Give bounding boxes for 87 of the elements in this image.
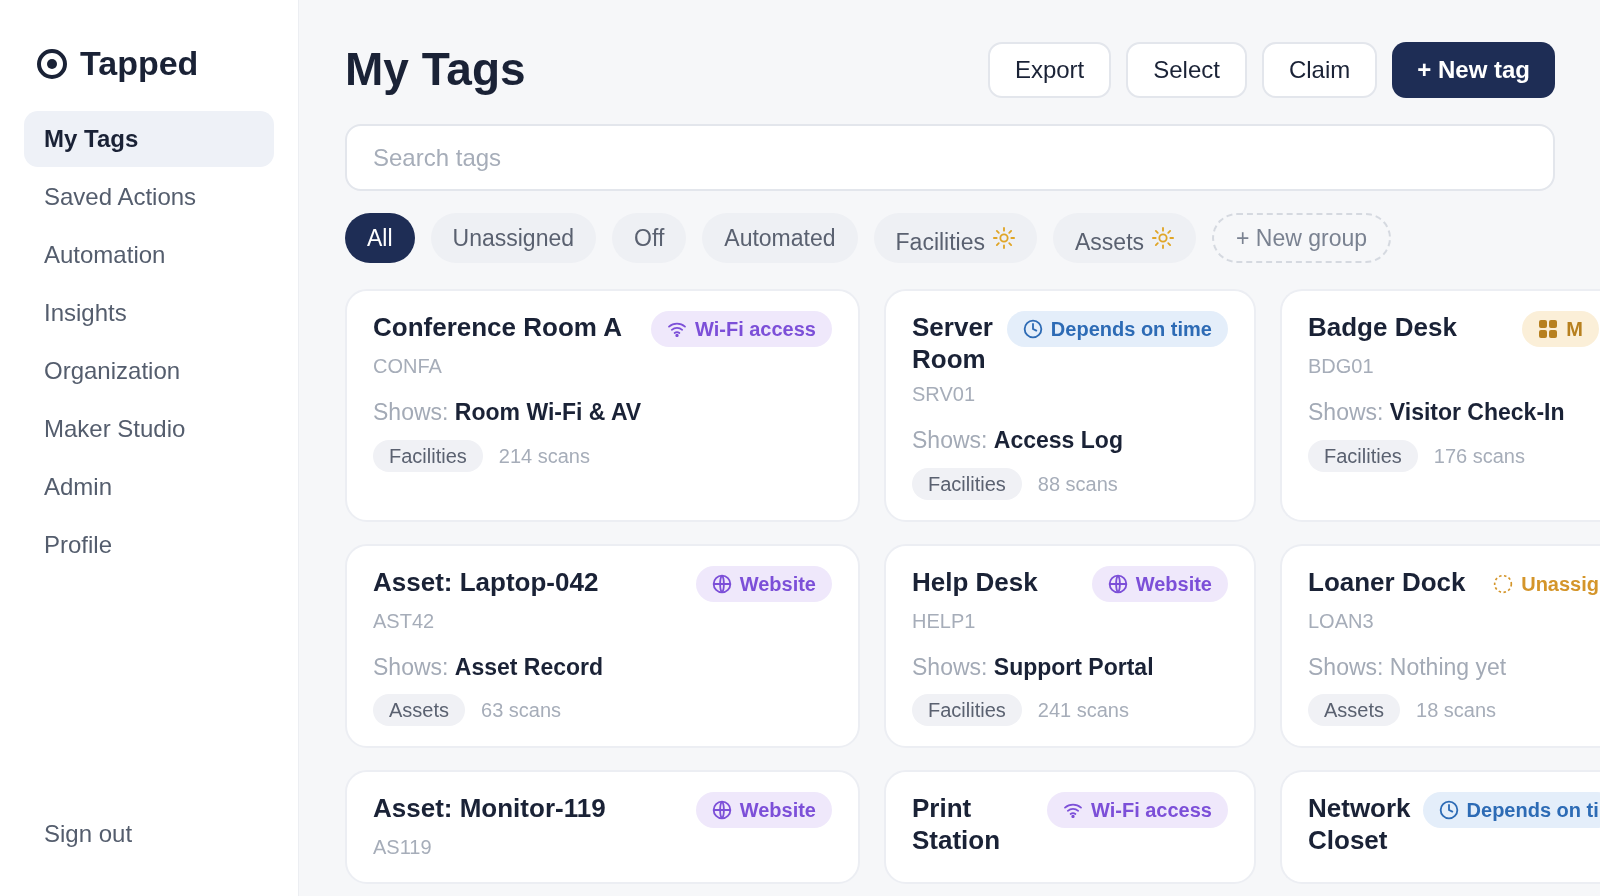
tag-card[interactable]: Conference Room A Wi-Fi access CONFA Shows: Room Wi-Fi & AV Facilities 214 scans bbox=[345, 289, 860, 522]
action-label: Depends on ti bbox=[1466, 798, 1599, 823]
target-icon bbox=[36, 47, 68, 80]
tag-name: Help Desk bbox=[912, 565, 1038, 598]
filter-chip[interactable]: + New group bbox=[1212, 213, 1392, 263]
nav-item[interactable]: Automation bbox=[24, 227, 274, 283]
tag-name: Network Closet bbox=[1308, 792, 1411, 856]
sun-icon bbox=[1152, 227, 1175, 249]
tag-card[interactable]: Asset: Laptop-042 Website AST42 Shows: Asset Record Assets 63 scans bbox=[345, 543, 860, 748]
group-tag: Facilities bbox=[912, 467, 1022, 500]
nav-item[interactable]: Insights bbox=[24, 285, 274, 341]
tag-code: SRV01 bbox=[912, 382, 976, 407]
action-label: Unassig bbox=[1521, 571, 1599, 597]
wifi-icon bbox=[1063, 802, 1083, 818]
tag-code: BDG01 bbox=[1308, 354, 1375, 379]
scan-count: 241 scans bbox=[1037, 698, 1129, 723]
tag-name: Server Room bbox=[912, 311, 994, 375]
search-field[interactable]: Search tags bbox=[345, 124, 1555, 191]
tag-card[interactable]: Badge Desk M BDG01 Shows: Visitor Check-In Facilities 176 scans bbox=[1280, 289, 1600, 522]
toolbar-button[interactable]: Export bbox=[987, 41, 1112, 98]
action-label: Wi-Fi access bbox=[695, 317, 816, 342]
shows-text: Shows: Room Wi-Fi & AV bbox=[373, 398, 643, 427]
toolbar-button[interactable]: Claim bbox=[1261, 41, 1378, 98]
tag-card[interactable]: Print Station Wi-Fi access bbox=[884, 770, 1256, 884]
tag-code: AST42 bbox=[373, 608, 436, 634]
tag-card[interactable]: Server Room Depends on time SRV01 Shows: Access Log Facilities 88 scans bbox=[884, 289, 1256, 522]
filter-chip[interactable]: Assets bbox=[1053, 213, 1197, 263]
tag-name: Conference Room A bbox=[373, 311, 622, 343]
group-tag: Assets bbox=[1308, 694, 1401, 726]
action-label: Depends on time bbox=[1050, 317, 1212, 342]
tag-name: Badge Desk bbox=[1308, 311, 1457, 343]
nav-item[interactable]: Profile bbox=[24, 517, 274, 573]
tag-name: Print Station bbox=[912, 792, 1002, 856]
shows-text: Shows: Access Log bbox=[912, 426, 1124, 455]
scan-count: 88 scans bbox=[1037, 471, 1118, 497]
nav-item[interactable]: Admin bbox=[24, 459, 274, 515]
tag-card[interactable]: Help Desk Website HELP1 Shows: Support Portal Facilities 241 scans bbox=[884, 543, 1256, 748]
new-tag-button[interactable]: + New tag bbox=[1392, 41, 1555, 98]
sun-icon bbox=[993, 227, 1015, 249]
shows-text: Shows: Visitor Check-In bbox=[1308, 398, 1566, 427]
globe-icon bbox=[1107, 573, 1128, 594]
nav-item[interactable]: Organization bbox=[24, 343, 274, 399]
scan-count: 214 scans bbox=[498, 443, 590, 469]
group-tag: Facilities bbox=[373, 439, 483, 472]
toolbar-button[interactable]: Select bbox=[1126, 41, 1247, 98]
action-label: Website bbox=[739, 571, 816, 597]
tag-name: Asset: Monitor-119 bbox=[373, 792, 606, 824]
filter-chip[interactable]: Unassigned bbox=[430, 213, 597, 263]
tag-code: HELP1 bbox=[912, 608, 977, 634]
tag-code: AS119 bbox=[373, 835, 433, 860]
shows-text: Shows: Asset Record bbox=[373, 652, 605, 682]
action-label: M bbox=[1566, 317, 1583, 342]
globe-icon bbox=[711, 573, 732, 594]
brand-name: Tapped bbox=[80, 43, 199, 84]
nav-item[interactable]: Maker Studio bbox=[24, 401, 274, 457]
filter-chip[interactable]: Off bbox=[612, 213, 687, 263]
action-label: Website bbox=[739, 798, 816, 823]
group-tag: Facilities bbox=[912, 694, 1022, 726]
grid-icon bbox=[1538, 319, 1559, 339]
tag-card[interactable]: Network Closet Depends on ti bbox=[1280, 770, 1600, 884]
scan-count: 18 scans bbox=[1416, 698, 1497, 723]
nav-item[interactable]: My Tags bbox=[24, 111, 274, 167]
clock-icon bbox=[1438, 800, 1459, 820]
tag-card[interactable]: Loaner Dock Unassig LOAN3 Shows: Nothing yet Assets 18 scans bbox=[1280, 543, 1600, 748]
tag-code: LOAN3 bbox=[1308, 608, 1375, 634]
group-tag: Facilities bbox=[1308, 439, 1418, 472]
filter-chip[interactable]: Automated bbox=[702, 213, 858, 263]
group-tag: Assets bbox=[373, 694, 466, 726]
tag-name: Asset: Laptop-042 bbox=[373, 565, 599, 598]
nav-item[interactable]: Saved Actions bbox=[24, 169, 274, 225]
filter-chip[interactable]: Facilities bbox=[873, 213, 1037, 263]
clock-icon bbox=[1022, 319, 1043, 339]
sign-out-link[interactable]: Sign out bbox=[24, 816, 274, 852]
dashed-circle-icon bbox=[1493, 573, 1514, 594]
scan-count: 63 scans bbox=[481, 698, 562, 723]
wifi-icon bbox=[667, 321, 687, 337]
filter-chip[interactable]: All bbox=[345, 213, 415, 263]
tag-code: CONFA bbox=[373, 354, 443, 379]
action-label: Website bbox=[1135, 571, 1212, 597]
tag-name: Loaner Dock bbox=[1308, 565, 1466, 598]
tag-card[interactable]: Asset: Monitor-119 Website AS119 bbox=[345, 770, 860, 884]
shows-text: Shows: Support Portal bbox=[912, 652, 1155, 682]
globe-icon bbox=[711, 800, 732, 820]
scan-count: 176 scans bbox=[1433, 443, 1525, 469]
shows-text: Shows: Nothing yet bbox=[1308, 652, 1508, 682]
action-label: Wi-Fi access bbox=[1091, 798, 1212, 823]
page-title: My Tags bbox=[345, 42, 526, 97]
